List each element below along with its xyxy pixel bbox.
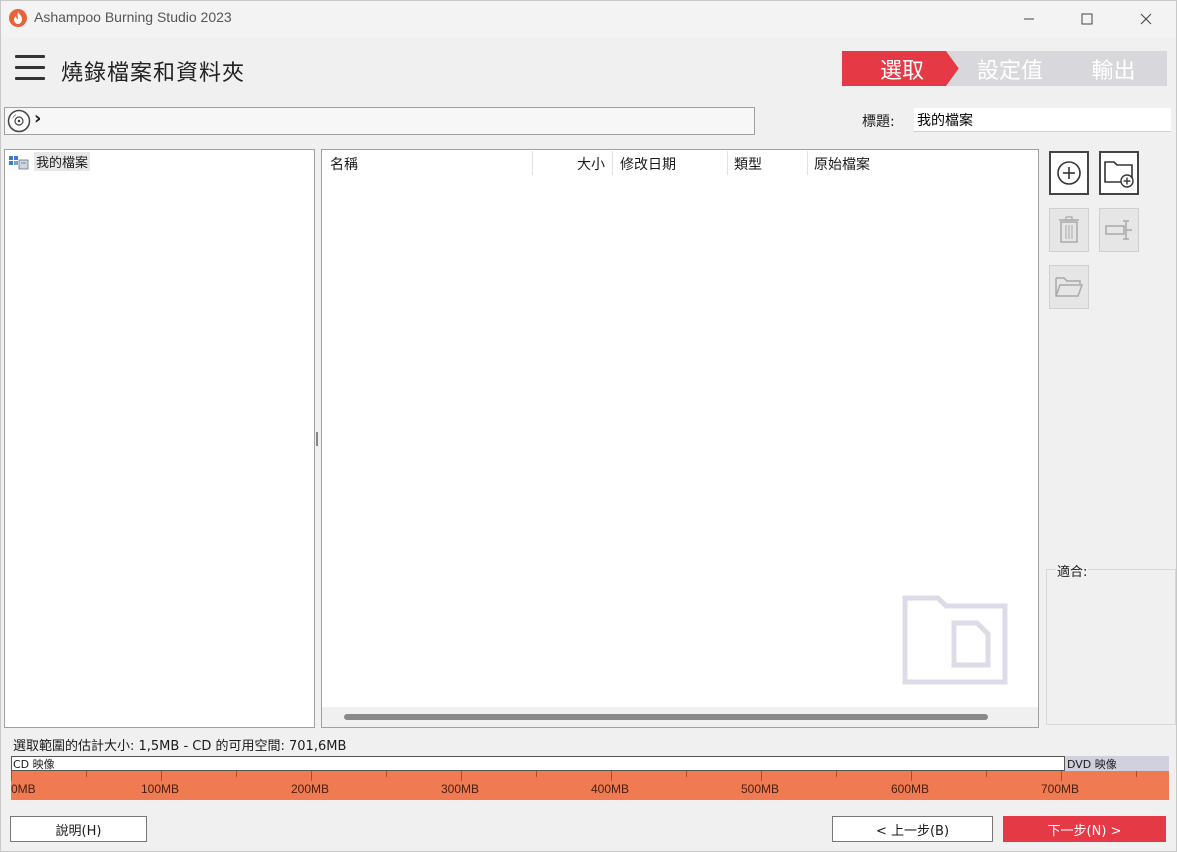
column-header-size[interactable]: 大小 (577, 154, 605, 174)
scale-label: 0MB (11, 782, 36, 796)
new-folder-icon (1104, 161, 1134, 188)
rename-icon (1105, 220, 1132, 240)
column-header-source[interactable]: 原始檔案 (814, 154, 870, 174)
panel-splitter[interactable] (316, 432, 318, 446)
column-divider[interactable] (807, 151, 808, 175)
column-divider[interactable] (612, 151, 613, 175)
scale-tick (236, 771, 237, 777)
scale-tick (161, 771, 162, 781)
open-folder-icon (1055, 277, 1084, 297)
minimize-button[interactable] (1006, 0, 1052, 37)
fit-group-box (1046, 569, 1176, 725)
path-chevron-icon[interactable]: › (34, 108, 41, 129)
scale-label: 700MB (1041, 782, 1080, 796)
disc-root-icon (9, 155, 29, 169)
scale-label: 300MB (441, 782, 480, 796)
tree-item-label: 我的檔案 (34, 152, 91, 171)
scale-tick (761, 771, 762, 781)
scale-tick (386, 771, 387, 777)
fit-label: 適合: (1056, 561, 1089, 580)
column-header-modified[interactable]: 修改日期 (620, 154, 676, 174)
window-title: Ashampoo Burning Studio 2023 (34, 9, 232, 25)
close-icon (1140, 13, 1152, 24)
dvd-image-label: DVD 映像 (1064, 756, 1169, 771)
column-divider[interactable] (532, 151, 533, 175)
minimize-icon (1024, 18, 1034, 19)
disc-title-label: 標題: (862, 114, 895, 130)
app-flame-icon (9, 9, 27, 27)
scale-label: 100MB (141, 782, 180, 796)
size-estimate-text: 選取範圍的估計大小: 1,5MB - CD 的可用空間: 701,6MB (13, 739, 347, 754)
scale-label: 500MB (741, 782, 780, 796)
scale-tick (536, 771, 537, 777)
scale-tick (461, 771, 462, 781)
scale-tick (686, 771, 687, 777)
scale-label: 200MB (291, 782, 330, 796)
horizontal-scrollbar-thumb[interactable] (344, 714, 988, 720)
add-files-button[interactable] (1049, 151, 1089, 195)
folder-tree-panel[interactable] (4, 149, 315, 728)
delete-button[interactable] (1049, 208, 1089, 252)
maximize-icon (1081, 13, 1093, 24)
disc-icon[interactable] (7, 109, 31, 137)
path-bar[interactable] (4, 107, 755, 135)
scale-label: 400MB (591, 782, 630, 796)
scale-tick (1061, 771, 1062, 781)
column-header-name[interactable]: 名稱 (330, 154, 358, 174)
disc-title-input[interactable] (914, 108, 1171, 132)
step-settings[interactable]: 設定值 (946, 51, 1074, 86)
open-folder-button[interactable] (1049, 265, 1089, 309)
step-select[interactable]: 選取 (842, 51, 962, 86)
next-button[interactable]: 下一步(N) > (1003, 816, 1166, 842)
cd-image-label: CD 映像 (13, 758, 55, 771)
scale-tick (611, 771, 612, 781)
step-output[interactable]: 輸出 (1060, 51, 1167, 86)
empty-folder-watermark-icon (902, 595, 1008, 689)
scale-tick (311, 771, 312, 781)
tree-item-root[interactable]: 我的檔案 (8, 152, 91, 171)
scale-tick (86, 771, 87, 777)
scale-tick (11, 771, 12, 781)
close-button[interactable] (1123, 0, 1169, 37)
capacity-scale: 0MB 100MB 200MB 300MB 400MB 500MB 600MB 700MB (11, 771, 1169, 800)
disc-capacity-bar: CD 映像 DVD 映像 0MB 100MB 200MB 300MB 400MB 500M… (11, 756, 1169, 800)
scale-tick (986, 771, 987, 777)
new-folder-button[interactable] (1099, 151, 1139, 195)
scale-tick (836, 771, 837, 777)
add-file-icon (1057, 161, 1081, 185)
help-button[interactable]: 說明(H) (10, 816, 147, 842)
scale-tick (911, 771, 912, 781)
capacity-header (11, 756, 1169, 771)
delete-icon (1059, 216, 1079, 243)
back-button[interactable]: < 上一步(B) (832, 816, 993, 842)
menu-button[interactable] (15, 55, 45, 83)
page-title: 燒錄檔案和資料夾 (61, 61, 246, 86)
column-header-type[interactable]: 類型 (734, 154, 762, 174)
column-divider[interactable] (727, 151, 728, 175)
rename-button[interactable] (1099, 208, 1139, 252)
scale-tick (1136, 771, 1137, 777)
scale-label: 600MB (891, 782, 930, 796)
maximize-button[interactable] (1064, 0, 1110, 37)
